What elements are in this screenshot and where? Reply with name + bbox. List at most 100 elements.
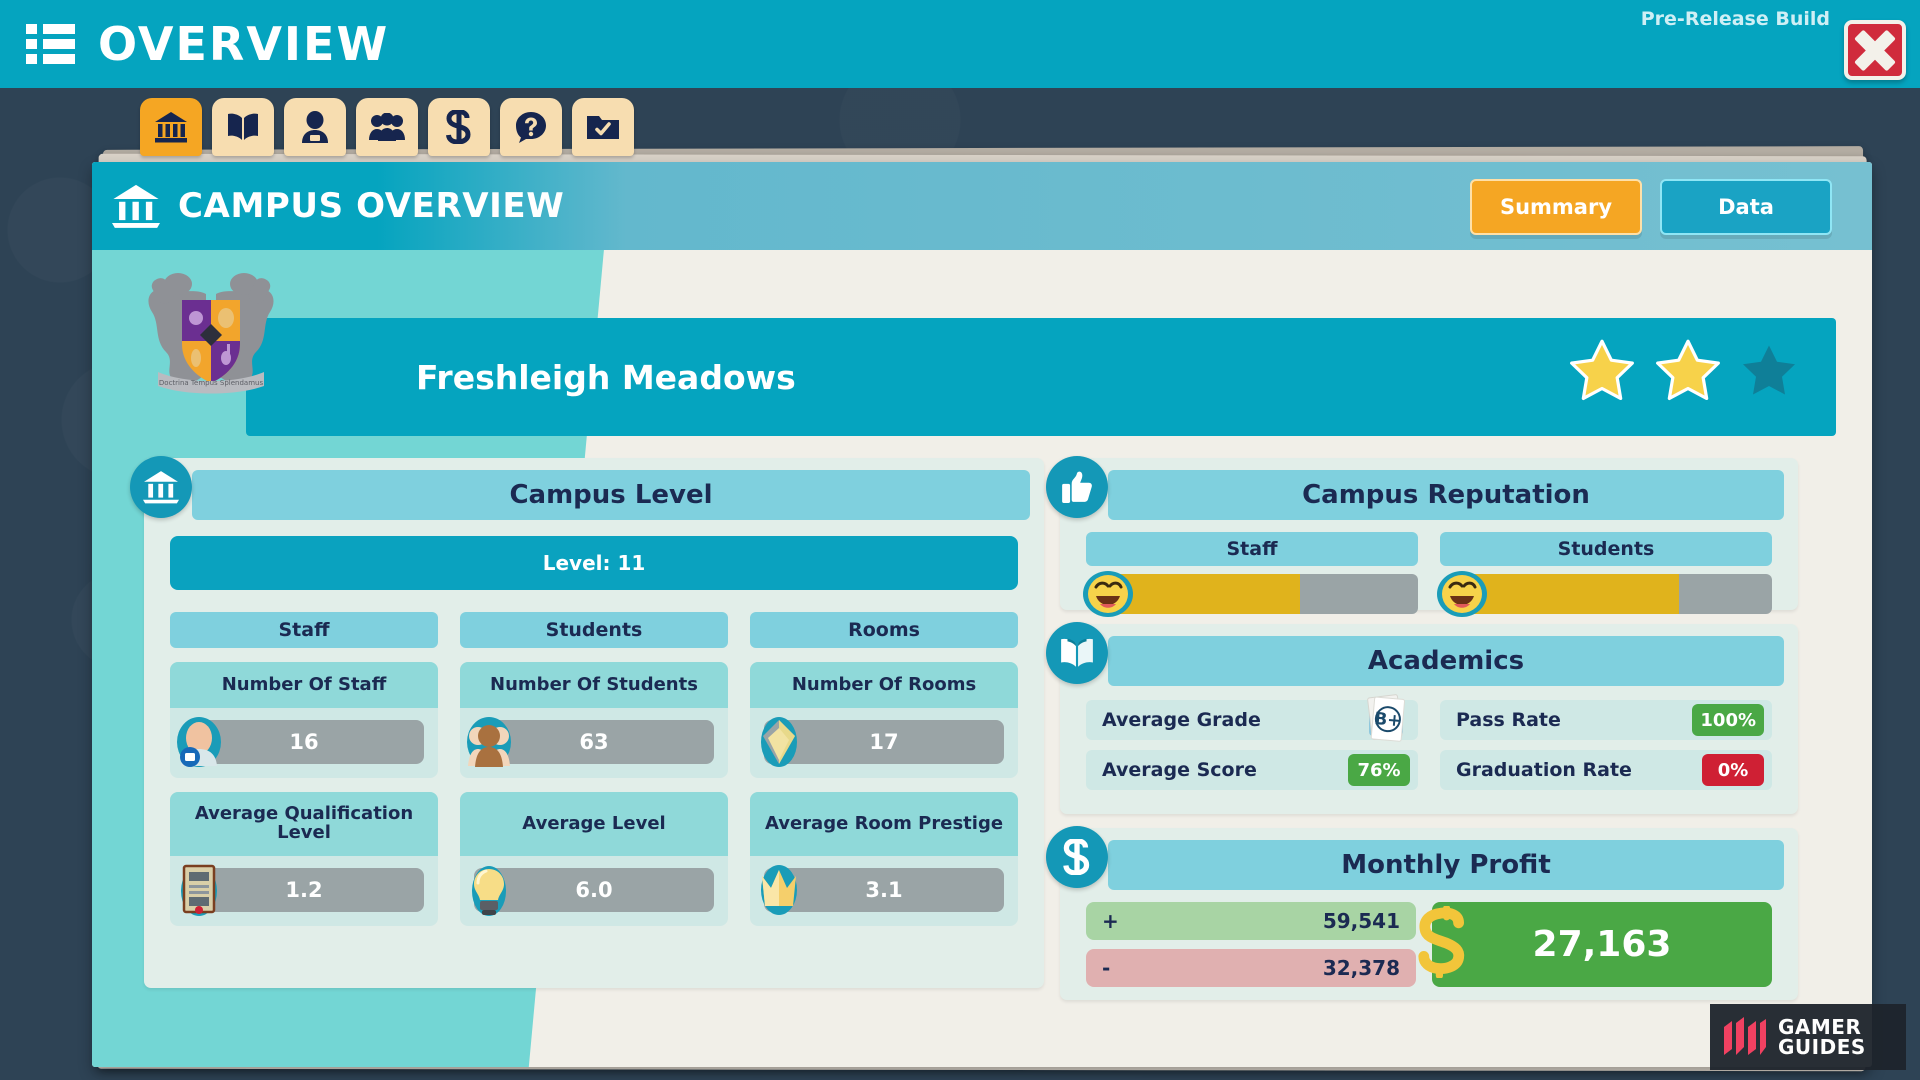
tab-courses[interactable] <box>212 98 274 156</box>
column-header-staff: Staff <box>170 612 438 648</box>
campus-reputation-panel: Campus Reputation Staff Students <box>1046 456 1798 617</box>
star-icon-empty-3 <box>1743 345 1795 395</box>
expense-sign: - <box>1102 956 1111 980</box>
tab-finance[interactable] <box>428 98 490 156</box>
star-icon-filled-1 <box>1570 339 1634 401</box>
campus-level-panel: Campus Level Level: 11 Staff Students Ro… <box>130 456 1044 988</box>
stat-value-bar: 6.0 <box>472 866 714 916</box>
monthly-profit-total: 27,163 <box>1418 902 1772 987</box>
campus-name: Freshleigh Meadows <box>416 357 796 397</box>
academics-label: Pass Rate <box>1456 709 1561 731</box>
stat-title: Number Of Rooms <box>750 662 1018 708</box>
academics-average-score-value: 76% <box>1348 754 1410 786</box>
stat-value: 3.1 <box>865 878 903 902</box>
bank-icon <box>130 456 192 518</box>
certificate-icon <box>170 859 228 921</box>
stat-title: Average Level <box>460 792 728 856</box>
thumbs-up-icon <box>1046 456 1108 518</box>
monthly-profit-total-value: 27,163 <box>1532 924 1672 965</box>
panels-row: Campus Level Level: 11 Staff Students Ro… <box>130 456 1844 1000</box>
academics-panel: Academics Average Grade B+ Average Score… <box>1046 622 1798 814</box>
stat-value: 6.0 <box>575 878 613 902</box>
tab-help[interactable] <box>500 98 562 156</box>
column-header-rooms: Rooms <box>750 612 1018 648</box>
star-icon-filled-2 <box>1656 339 1720 401</box>
dollar-coin-icon <box>1414 904 1472 980</box>
list-menu-icon[interactable] <box>26 23 76 65</box>
stat-value-bar: 17 <box>761 717 1004 767</box>
campus-level-value: Level: 11 <box>170 536 1018 590</box>
reputation-students-label: Students <box>1440 532 1772 566</box>
tab-summary[interactable]: Summary <box>1470 179 1642 235</box>
income-sign: + <box>1102 909 1119 933</box>
stat-value-bar: 63 <box>467 717 714 767</box>
svg-text:Doctrina Tempus Splendamus: Doctrina Tempus Splendamus <box>159 379 264 387</box>
campus-reputation-title: Campus Reputation <box>1108 470 1784 520</box>
stat-value: 16 <box>289 730 319 754</box>
window-title: CAMPUS OVERVIEW <box>178 186 565 226</box>
stat-row-averages: Average Qualification Level 1.2 Average … <box>170 792 1018 926</box>
stat-value-bar: 16 <box>177 717 424 767</box>
monthly-expense-row: - 32,378 <box>1086 949 1416 987</box>
reputation-staff: Staff <box>1083 532 1418 617</box>
window-header: CAMPUS OVERVIEW Summary Data <box>92 162 1872 250</box>
crown-icon <box>750 859 808 921</box>
happy-face-icon <box>1082 570 1134 618</box>
stat-card-number-of-rooms: Number Of Rooms 17 <box>750 662 1018 778</box>
tab-staff[interactable] <box>284 98 346 156</box>
academics-label: Average Score <box>1102 759 1257 781</box>
prerelease-label: Pre-Release Build <box>1640 8 1830 30</box>
income-value: 59,541 <box>1322 909 1400 933</box>
page-title: OVERVIEW <box>98 17 390 71</box>
stat-title: Average Room Prestige <box>750 792 1018 856</box>
campus-level-column-headers: Staff Students Rooms <box>170 612 1018 648</box>
staff-avatar-icon <box>170 711 228 773</box>
tab-strip <box>140 98 634 156</box>
close-button[interactable] <box>1844 20 1906 80</box>
academics-grid: Average Grade B+ Average Score 76% Pass … <box>1086 694 1772 790</box>
stat-value: 17 <box>869 730 899 754</box>
academics-title: Academics <box>1108 636 1784 686</box>
tab-objectives[interactable] <box>572 98 634 156</box>
reputation-staff-fill <box>1108 574 1301 614</box>
stat-card-average-level: Average Level 6.0 <box>460 792 728 926</box>
watermark-line-2: GUIDES <box>1778 1035 1866 1059</box>
monthly-profit-body: + 59,541 - 32,378 27,163 <box>1086 902 1772 987</box>
lightbulb-icon <box>460 859 518 921</box>
academics-label: Graduation Rate <box>1456 759 1632 781</box>
campus-banner: Doctrina Tempus Splendamus Freshleigh Me… <box>148 273 1836 436</box>
reputation-students-fill <box>1462 574 1679 614</box>
reputation-staff-label: Staff <box>1086 532 1418 566</box>
bank-icon <box>112 184 160 228</box>
tab-campus[interactable] <box>140 98 202 156</box>
academics-label: Average Grade <box>1102 709 1261 731</box>
academics-pass-rate: Pass Rate 100% <box>1440 700 1772 740</box>
reputation-bars: Staff Students <box>1083 532 1772 617</box>
tab-data[interactable]: Data <box>1660 179 1832 235</box>
monthly-profit-title: Monthly Profit <box>1108 840 1784 890</box>
right-panel-column: Campus Reputation Staff Students Academi… <box>1046 456 1798 1000</box>
academics-average-score: Average Score 76% <box>1086 750 1418 790</box>
monthly-income-row: + 59,541 <box>1086 902 1416 940</box>
tab-students[interactable] <box>356 98 418 156</box>
academics-pass-rate-value: 100% <box>1692 704 1764 736</box>
grade-card-icon: B+ <box>1358 690 1416 748</box>
expense-value: 32,378 <box>1322 956 1400 980</box>
stat-title: Number Of Students <box>460 662 728 708</box>
academics-graduation-rate-value: 0% <box>1702 754 1764 786</box>
stat-row-counts: Number Of Staff 16 Number Of Students 63… <box>170 662 1018 778</box>
gamer-guides-logo-icon <box>1724 1017 1766 1055</box>
campus-level-title: Campus Level <box>192 470 1030 520</box>
campus-overview-window: CAMPUS OVERVIEW Summary Data Doctrina Te… <box>92 162 1872 1067</box>
stat-title: Average Qualification Level <box>170 792 438 856</box>
reputation-students: Students <box>1437 532 1772 617</box>
students-avatar-icon <box>460 711 518 773</box>
stat-value-bar: 3.1 <box>761 865 1004 915</box>
stat-value: 63 <box>579 730 609 754</box>
watermark-line-1: GAMER <box>1778 1015 1862 1039</box>
academics-average-grade: Average Grade B+ <box>1086 694 1418 742</box>
stat-value: 1.2 <box>285 878 323 902</box>
stat-title: Number Of Staff <box>170 662 438 708</box>
stat-card-average-room-prestige: Average Room Prestige 3.1 <box>750 792 1018 926</box>
happy-face-icon <box>1436 570 1488 618</box>
